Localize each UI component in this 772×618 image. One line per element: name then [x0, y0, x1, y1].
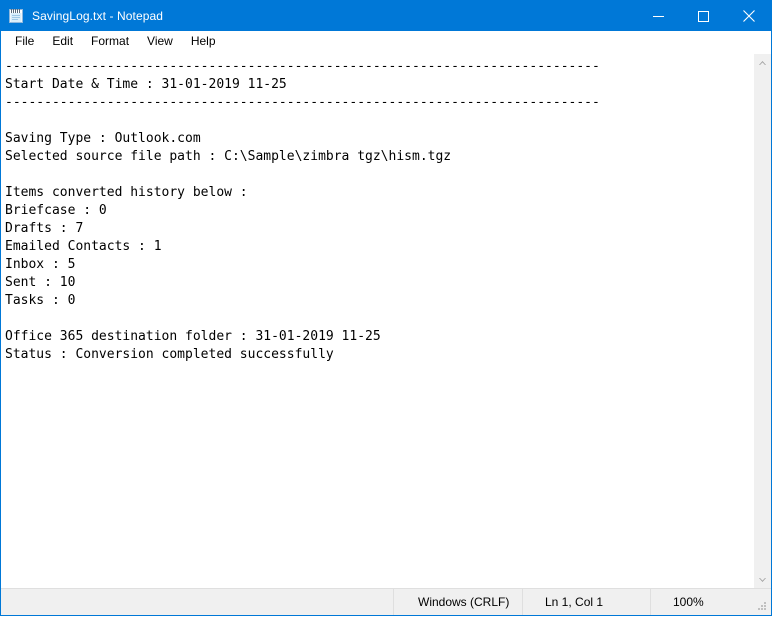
minimize-button[interactable] — [636, 1, 681, 31]
resize-grip[interactable] — [755, 599, 769, 613]
menu-item-file[interactable]: File — [6, 32, 43, 51]
close-icon — [743, 10, 755, 22]
menu-item-format[interactable]: Format — [82, 32, 138, 51]
status-cursor-position: Ln 1, Col 1 — [522, 589, 650, 615]
close-button[interactable] — [726, 1, 771, 31]
window-controls — [636, 1, 771, 31]
resize-grip-icon — [755, 599, 769, 613]
scroll-down-button[interactable] — [754, 571, 771, 588]
maximize-icon — [698, 11, 709, 22]
status-zoom-level: 100% — [650, 589, 755, 615]
scrollbar-track[interactable] — [754, 71, 771, 571]
menu-item-help[interactable]: Help — [182, 32, 225, 51]
text-editor[interactable]: ----------------------------------------… — [1, 54, 753, 588]
title-bar[interactable]: SavingLog.txt - Notepad — [1, 1, 771, 31]
editor-area: ----------------------------------------… — [1, 53, 771, 588]
menu-item-edit[interactable]: Edit — [43, 32, 82, 51]
vertical-scrollbar[interactable] — [753, 54, 771, 588]
status-encoding: Windows (CRLF) — [393, 589, 522, 615]
maximize-button[interactable] — [681, 1, 726, 31]
status-spacer — [1, 589, 393, 615]
notepad-icon — [8, 8, 24, 24]
window-title: SavingLog.txt - Notepad — [32, 9, 163, 23]
chevron-down-icon — [758, 577, 767, 583]
menu-bar: File Edit Format View Help — [1, 31, 771, 53]
menu-item-view[interactable]: View — [138, 32, 182, 51]
notepad-window: SavingLog.txt - Notepad File Edit Form — [0, 0, 772, 616]
status-bar: Windows (CRLF) Ln 1, Col 1 100% — [1, 588, 771, 615]
scroll-up-button[interactable] — [754, 54, 771, 71]
document-text: ----------------------------------------… — [5, 58, 753, 364]
chevron-up-icon — [758, 60, 767, 66]
minimize-icon — [653, 11, 664, 22]
